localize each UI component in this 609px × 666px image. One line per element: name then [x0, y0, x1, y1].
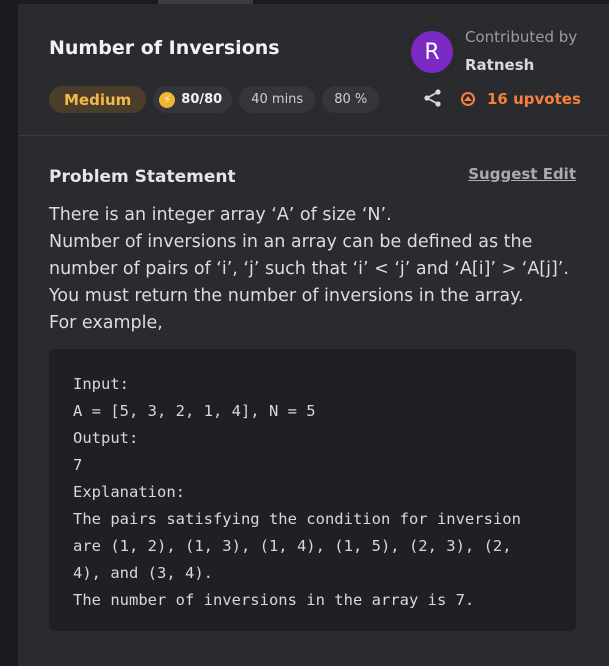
code-line: Input: [73, 375, 129, 393]
upvote-arrow-icon [461, 92, 475, 106]
statement-line: You must return the number of inversions… [49, 286, 524, 306]
difficulty-badge: Medium [49, 86, 147, 113]
contributed-by-label: Contributed by [465, 28, 578, 46]
problem-title: Number of Inversions [49, 37, 280, 59]
lightning-coin-icon: ⚡ [159, 91, 176, 108]
code-line: The pairs satisfying the condition for i… [73, 510, 521, 528]
suggest-edit-link[interactable]: Suggest Edit [468, 165, 576, 183]
success-rate-badge: 80 % [322, 86, 380, 113]
upvote-count: 16 upvotes [487, 90, 581, 108]
statement-line: For example, [49, 313, 163, 333]
code-line: A = [5, 3, 2, 1, 4], N = 5 [73, 402, 316, 420]
problem-statement-text: There is an integer array ‘A’ of size ‘N… [49, 202, 589, 337]
problem-panel: Number of Inversions Medium ⚡ 80/80 40 m… [18, 4, 609, 666]
upvote-button[interactable]: 16 upvotes [461, 90, 581, 108]
code-line: Explanation: [73, 483, 185, 501]
code-line: Output: [73, 429, 139, 447]
problem-badges: Medium ⚡ 80/80 40 mins 80 % [49, 86, 380, 113]
code-line: 4), and (3, 4). [73, 564, 213, 582]
statement-line: Number of inversions in an array can be … [49, 232, 533, 252]
share-icon[interactable] [423, 88, 443, 108]
problem-header: Number of Inversions Medium ⚡ 80/80 40 m… [18, 4, 609, 136]
contributor-name[interactable]: Ratnesh [465, 56, 534, 74]
statement-line: There is an integer array ‘A’ of size ‘N… [49, 205, 392, 225]
score-value: 80/80 [181, 92, 223, 107]
code-line: 7 [73, 456, 83, 474]
code-line: are (1, 2), (1, 3), (1, 4), (1, 5), (2, … [73, 537, 512, 555]
score-badge: ⚡ 80/80 [153, 86, 233, 113]
example-code: Input: A = [5, 3, 2, 1, 4], N = 5 Output… [73, 371, 521, 614]
statement-line: number of pairs of ‘i’, ‘j’ such that ‘i… [49, 259, 569, 279]
example-code-block: Input: A = [5, 3, 2, 1, 4], N = 5 Output… [49, 349, 576, 631]
time-badge: 40 mins [239, 86, 316, 113]
code-line: The number of inversions in the array is… [73, 591, 475, 609]
problem-statement-heading: Problem Statement [49, 167, 236, 187]
avatar[interactable]: R [411, 31, 453, 73]
